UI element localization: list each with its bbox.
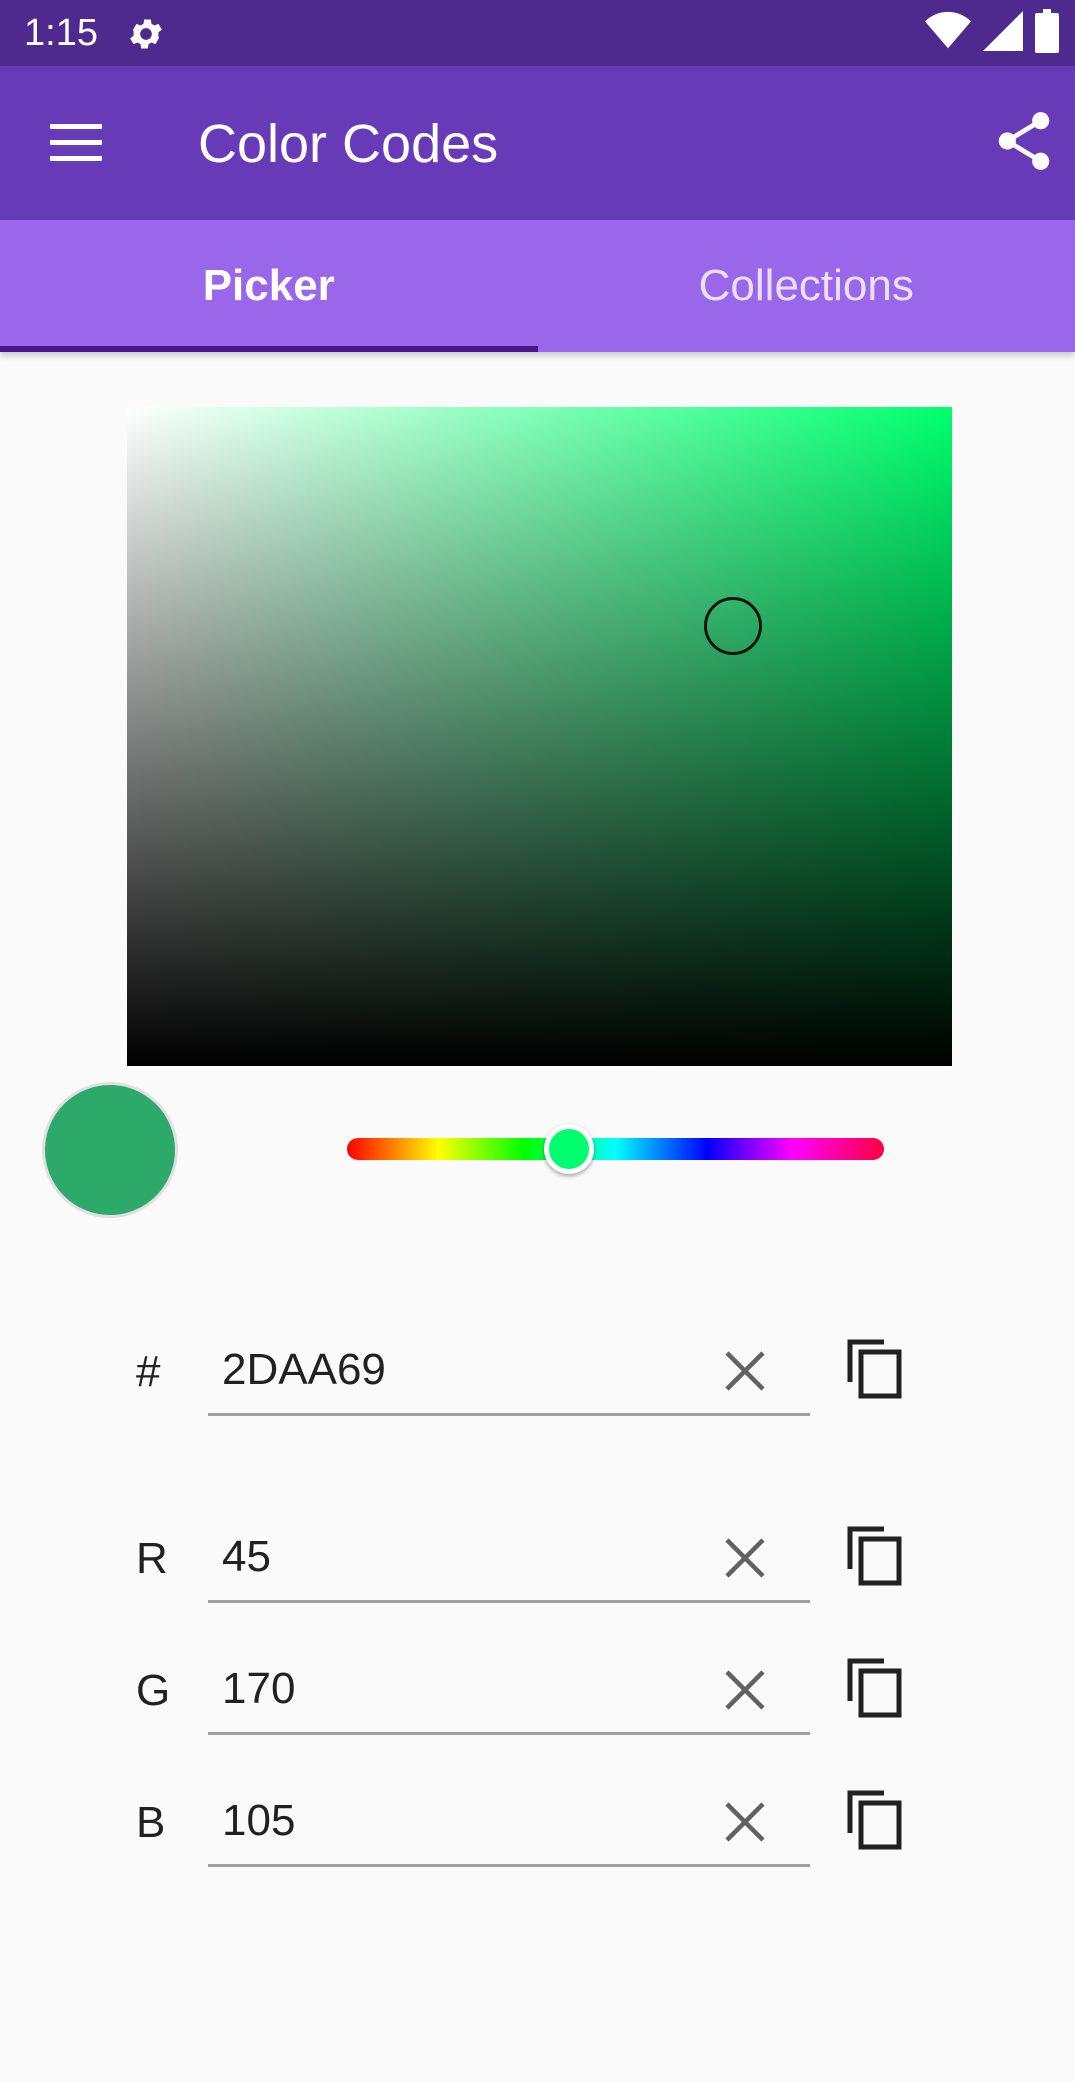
copy-icon — [847, 1526, 902, 1586]
signal-icon — [983, 10, 1023, 56]
wifi-icon — [925, 11, 971, 56]
close-icon — [725, 1538, 765, 1578]
share-icon — [998, 112, 1050, 170]
red-label: R — [136, 1534, 168, 1583]
share-button[interactable] — [987, 104, 1061, 178]
tab-picker[interactable]: Picker — [0, 220, 538, 352]
saturation-value-square[interactable] — [127, 407, 952, 1066]
copy-icon — [847, 1658, 902, 1718]
green-clear-button[interactable] — [718, 1663, 772, 1717]
hex-row: # — [0, 1322, 1075, 1422]
red-clear-button[interactable] — [718, 1531, 772, 1585]
red-copy-button[interactable] — [840, 1521, 910, 1591]
blue-label: B — [136, 1798, 166, 1847]
tab-collections[interactable]: Collections — [538, 220, 1075, 352]
green-label: G — [136, 1666, 171, 1715]
app-title: Color Codes — [198, 114, 499, 174]
app-bar: Color Codes — [0, 66, 1075, 220]
blue-row: B — [0, 1773, 1075, 1873]
hue-slider-thumb[interactable] — [543, 1124, 594, 1174]
hue-slider[interactable] — [347, 1124, 884, 1174]
close-icon — [725, 1351, 765, 1391]
copy-icon — [847, 1790, 902, 1850]
close-icon — [725, 1670, 765, 1710]
menu-button[interactable] — [36, 110, 116, 176]
saturation-value-marker[interactable] — [704, 597, 763, 656]
hex-copy-button[interactable] — [840, 1334, 910, 1404]
status-bar: 1:15 — [0, 0, 1075, 66]
hex-label: # — [136, 1347, 161, 1396]
battery-icon — [1035, 8, 1059, 58]
gear-icon — [126, 14, 166, 54]
green-row: G — [0, 1641, 1075, 1741]
blue-copy-button[interactable] — [840, 1785, 910, 1855]
close-icon — [725, 1802, 765, 1842]
hex-clear-button[interactable] — [718, 1344, 772, 1398]
red-row: R — [0, 1509, 1075, 1609]
status-time: 1:15 — [24, 12, 98, 54]
tab-bar: Picker Collections — [0, 220, 1075, 352]
blue-clear-button[interactable] — [718, 1795, 772, 1849]
menu-icon — [50, 124, 102, 161]
color-preview-swatch — [42, 1082, 178, 1218]
copy-icon — [847, 1339, 902, 1399]
green-copy-button[interactable] — [840, 1653, 910, 1723]
